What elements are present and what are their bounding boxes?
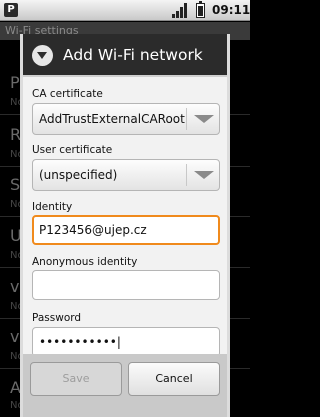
dropdown-arrow-icon [194, 171, 214, 179]
status-bar: P 09:11 [0, 0, 250, 21]
signal-strength-icon [172, 3, 188, 18]
anonymous-identity-label: Anonymous identity [32, 256, 138, 268]
password-label: Password [32, 312, 82, 324]
dialog-header: Add Wi-Fi network [23, 34, 227, 77]
ca-certificate-dropdown[interactable]: AddTrustExternalCARoot [32, 103, 220, 135]
background-row-letter: P [10, 73, 20, 92]
user-certificate-value: (unspecified) [39, 168, 118, 182]
ca-certificate-label: CA certificate [32, 88, 103, 100]
anonymous-identity-field[interactable] [32, 270, 220, 300]
notification-app-icon: P [4, 3, 18, 17]
identity-label: Identity [32, 201, 73, 213]
identity-field[interactable]: P123456@ujep.cz [32, 215, 220, 245]
status-time: 09:11 [212, 3, 251, 17]
add-wifi-network-dialog: Add Wi-Fi network CA certificate AddTrus… [20, 34, 230, 417]
battery-icon [196, 1, 205, 18]
ca-certificate-value: AddTrustExternalCARoot [39, 112, 185, 126]
user-certificate-label: User certificate [32, 144, 113, 156]
user-certificate-dropdown[interactable]: (unspecified) [32, 159, 220, 191]
save-button[interactable]: Save [30, 362, 122, 396]
chevron-down-circle-icon [32, 45, 53, 66]
dialog-button-bar: Save Cancel [23, 354, 227, 417]
dropdown-arrow-icon [194, 115, 214, 123]
dialog-title: Add Wi-Fi network [63, 46, 203, 64]
cancel-button[interactable]: Cancel [128, 362, 220, 396]
password-field[interactable]: •••••••••••| [32, 327, 220, 357]
